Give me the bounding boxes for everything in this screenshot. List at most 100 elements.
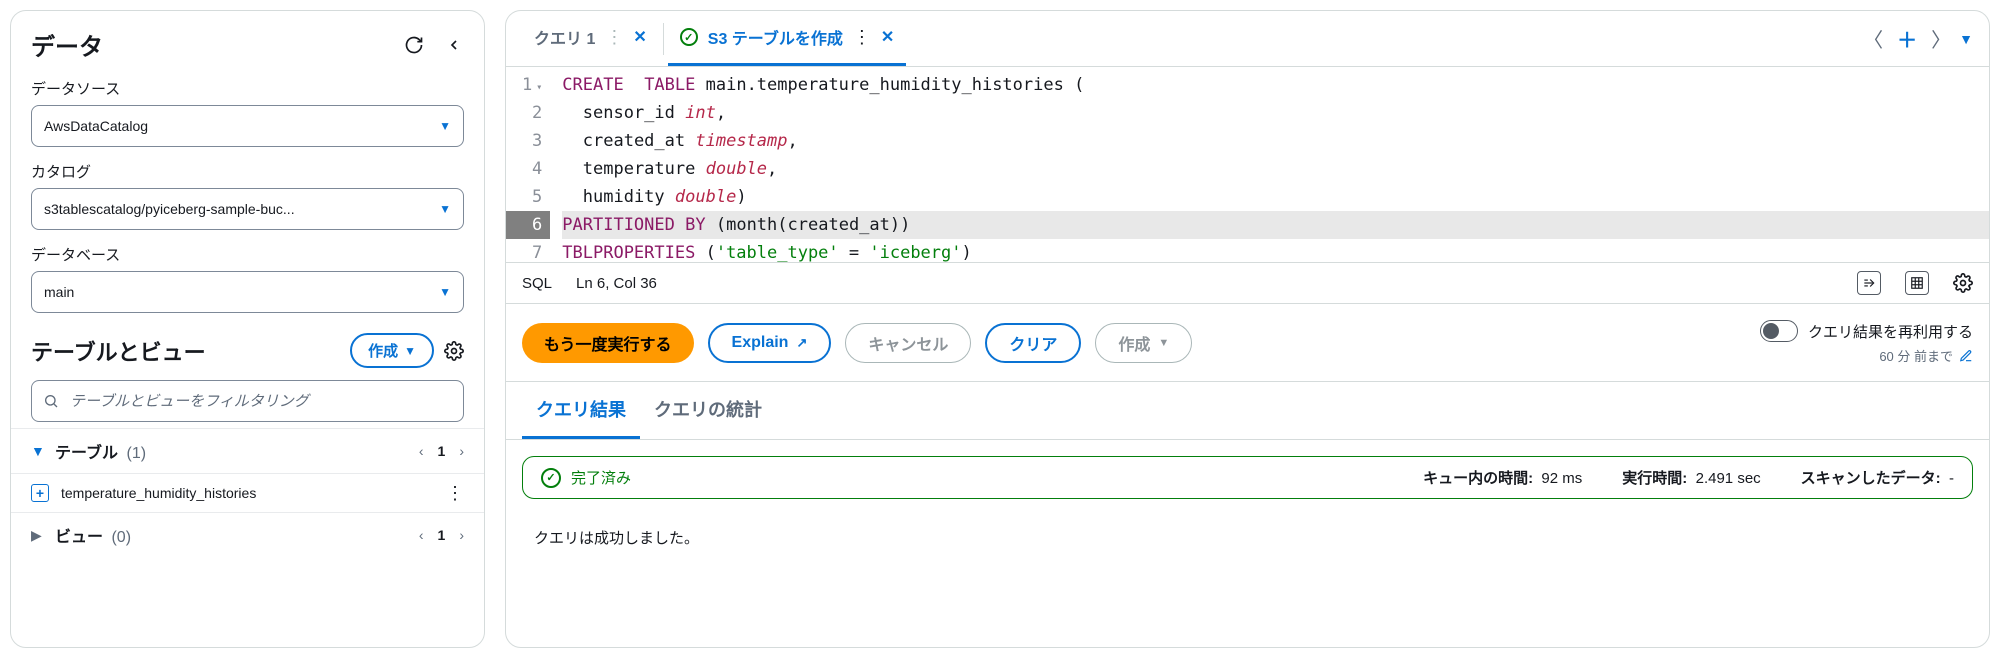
catalog-select[interactable]: s3tablescatalog/pyiceberg-sample-buc... …: [31, 188, 464, 230]
views-page: 1: [438, 527, 446, 543]
scanned-value: -: [1949, 470, 1954, 487]
views-section[interactable]: ▶ ビュー (0) ‹ 1 ›: [11, 513, 484, 557]
editor-status-bar: SQL Ln 6, Col 36: [506, 263, 1989, 304]
queue-time-label: キュー内の時間:: [1423, 470, 1533, 487]
line-gutter: 1▾234567: [506, 67, 550, 262]
results-body: ✓ 完了済み キュー内の時間: 92 ms 実行時間: 2.491 sec スキ…: [506, 440, 1989, 572]
tables-page: 1: [438, 443, 446, 459]
tab-label: クエリ 1: [534, 25, 595, 49]
collapse-icon[interactable]: ▼: [31, 443, 45, 459]
gear-icon[interactable]: [444, 341, 464, 361]
expand-table-icon[interactable]: +: [31, 484, 49, 502]
caret-down-icon: ▼: [1158, 337, 1169, 349]
clear-button[interactable]: クリア: [985, 323, 1081, 363]
catalog-tree: ▼ テーブル (1) ‹ 1 › + temperature_humidity_…: [11, 428, 484, 557]
caret-down-icon: ▼: [439, 119, 451, 133]
run-time-value: 2.491 sec: [1696, 470, 1761, 487]
tab-label: S3 テーブルを作成: [708, 25, 843, 49]
cancel-button: キャンセル: [845, 323, 971, 363]
prev-page-icon[interactable]: ‹: [419, 527, 424, 543]
cancel-label: キャンセル: [868, 331, 948, 355]
scanned-metric: スキャンしたデータ: -: [1801, 467, 1954, 488]
filter-input[interactable]: [31, 380, 464, 422]
caret-down-icon: ▼: [439, 285, 451, 299]
status-text: 完了済み: [571, 467, 631, 488]
queue-time-value: 92 ms: [1541, 470, 1582, 487]
database-label: データベース: [31, 244, 464, 265]
database-select[interactable]: main ▼: [31, 271, 464, 313]
query-success-message: クエリは成功しました。: [522, 499, 1973, 556]
explain-label: Explain: [732, 334, 789, 352]
next-page-icon[interactable]: ›: [459, 443, 464, 459]
edit-icon[interactable]: [1959, 349, 1973, 363]
caret-down-icon: ▼: [404, 344, 416, 358]
table-name: temperature_humidity_histories: [61, 485, 434, 501]
editor-tabs: クエリ 1 ⋮ ✕ ✓ S3 テーブルを作成 ⋮ ✕ 〈 ＋ 〉 ▼: [506, 11, 1989, 67]
tab-menu-icon[interactable]: ⋮: [605, 28, 623, 46]
code-area[interactable]: CREATE TABLE main.temperature_humidity_h…: [550, 67, 1989, 262]
tab-query-results[interactable]: クエリ結果: [522, 382, 640, 439]
query-panel: クエリ 1 ⋮ ✕ ✓ S3 テーブルを作成 ⋮ ✕ 〈 ＋ 〉 ▼ 1▾234…: [505, 10, 1990, 648]
tables-views-header: テーブルとビュー 作成 ▼: [31, 333, 464, 368]
data-sidebar: データ データソース AwsDataCatalog ▼ カタログ s3table…: [10, 10, 485, 648]
catalog-value: s3tablescatalog/pyiceberg-sample-buc...: [44, 201, 439, 217]
catalog-label: カタログ: [31, 161, 464, 182]
create-table-button[interactable]: 作成 ▼: [350, 333, 434, 368]
caret-down-icon: ▼: [439, 202, 451, 216]
grid-icon[interactable]: [1905, 271, 1929, 295]
paren-right: 〉: [1931, 24, 1951, 53]
close-tab-icon[interactable]: ✕: [633, 27, 646, 47]
run-again-button[interactable]: もう一度実行する: [522, 323, 694, 363]
create-table-label: 作成: [368, 340, 398, 361]
tables-label: テーブル: [55, 445, 118, 462]
data-source-select[interactable]: AwsDataCatalog ▼: [31, 105, 464, 147]
editor-language: SQL: [522, 275, 552, 292]
search-icon: [43, 393, 59, 409]
success-icon: ✓: [541, 468, 561, 488]
explain-button[interactable]: Explain ↗: [708, 323, 832, 363]
prev-page-icon[interactable]: ‹: [419, 443, 424, 459]
tab-menu-icon[interactable]: ⋮: [853, 28, 871, 46]
success-icon: ✓: [680, 28, 698, 46]
tables-count: (1): [127, 445, 147, 462]
create-label: 作成: [1118, 331, 1150, 355]
tab-create-s3-table[interactable]: ✓ S3 テーブルを作成 ⋮ ✕: [668, 11, 906, 66]
settings-icon[interactable]: [1953, 273, 1973, 293]
run-time-label: 実行時間:: [1622, 470, 1687, 487]
close-tab-icon[interactable]: ✕: [881, 27, 894, 47]
database-value: main: [44, 284, 439, 300]
status-banner: ✓ 完了済み キュー内の時間: 92 ms 実行時間: 2.491 sec スキ…: [522, 456, 1973, 499]
tab-divider: [663, 23, 664, 55]
results-tabs: クエリ結果 クエリの統計: [506, 382, 1989, 440]
tab-query-1[interactable]: クエリ 1 ⋮ ✕: [522, 11, 659, 66]
sidebar-title: データ: [31, 27, 103, 62]
run-again-label: もう一度実行する: [544, 331, 672, 355]
data-source-value: AwsDataCatalog: [44, 118, 439, 134]
run-time-metric: 実行時間: 2.491 sec: [1622, 467, 1760, 488]
reuse-subtext: 60 分 前まで: [1879, 346, 1953, 365]
next-page-icon[interactable]: ›: [459, 527, 464, 543]
refresh-icon[interactable]: [404, 35, 424, 55]
paren-left: 〈: [1863, 24, 1883, 53]
tables-section[interactable]: ▼ テーブル (1) ‹ 1 ›: [11, 429, 484, 474]
format-icon[interactable]: [1857, 271, 1881, 295]
external-link-icon: ↗: [796, 335, 807, 351]
cursor-position: Ln 6, Col 36: [576, 275, 657, 292]
scanned-label: スキャンしたデータ:: [1801, 470, 1941, 487]
result-tab-label: クエリの統計: [654, 400, 762, 420]
new-tab-button[interactable]: ＋: [1891, 24, 1923, 53]
expand-icon[interactable]: ▶: [31, 527, 45, 544]
reuse-results-toggle[interactable]: [1760, 320, 1798, 342]
table-row[interactable]: + temperature_humidity_histories ⋮: [11, 474, 484, 513]
sql-editor[interactable]: 1▾234567 CREATE TABLE main.temperature_h…: [506, 67, 1989, 263]
tab-query-stats[interactable]: クエリの統計: [640, 382, 776, 439]
tabs-menu-icon[interactable]: ▼: [1959, 31, 1973, 47]
views-label: ビュー: [55, 529, 103, 546]
queue-time-metric: キュー内の時間: 92 ms: [1423, 467, 1582, 488]
create-dropdown-button[interactable]: 作成 ▼: [1095, 323, 1192, 363]
table-actions-icon[interactable]: ⋮: [446, 484, 464, 502]
data-source-label: データソース: [31, 78, 464, 99]
views-count: (0): [111, 529, 131, 546]
clear-label: クリア: [1009, 331, 1057, 355]
collapse-sidebar-icon[interactable]: [444, 35, 464, 55]
